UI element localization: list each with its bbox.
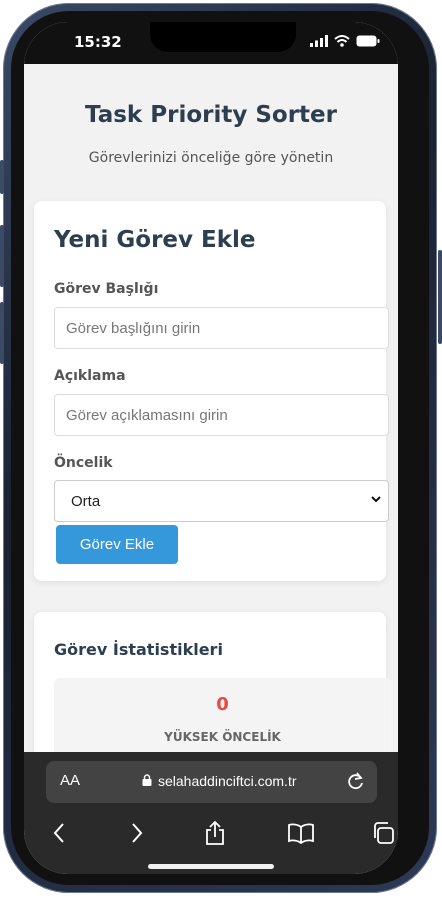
- tabs-button[interactable]: [368, 818, 398, 848]
- task-title-input[interactable]: [54, 307, 389, 349]
- phone-screen: 15:32 Task Priority Sorter Görevlerinizi…: [24, 22, 398, 874]
- dynamic-island: [150, 22, 296, 52]
- forward-button[interactable]: [122, 818, 152, 848]
- task-stats-card: Görev İstatistikleri 0 YÜKSEK ÖNCELİK: [34, 612, 391, 772]
- chevron-down-icon: [369, 492, 383, 510]
- high-priority-stat: 0 YÜKSEK ÖNCELİK: [54, 678, 391, 758]
- chevron-left-icon: [53, 823, 64, 843]
- reload-icon[interactable]: [346, 770, 366, 796]
- task-stats-heading: Görev İstatistikleri: [54, 640, 223, 659]
- battery-icon: [356, 32, 380, 51]
- high-priority-count: 0: [216, 694, 229, 715]
- power-button: [438, 250, 442, 344]
- share-icon: [206, 820, 224, 845]
- bookmarks-button[interactable]: [286, 818, 316, 848]
- priority-select[interactable]: Orta: [54, 480, 389, 522]
- silent-switch: [0, 160, 4, 194]
- lock-icon: [142, 773, 152, 789]
- browser-chrome: AA selahaddinciftci.com.tr: [24, 752, 398, 874]
- status-bar: 15:32: [24, 22, 398, 64]
- volume-up-button: [0, 225, 4, 287]
- book-icon: [288, 823, 314, 844]
- status-time: 15:32: [74, 33, 122, 51]
- priority-select-value: Orta: [71, 493, 101, 510]
- tabs-icon: [374, 822, 394, 844]
- wifi-icon: [334, 32, 350, 51]
- add-task-button[interactable]: Görev Ekle: [56, 525, 178, 564]
- address-bar[interactable]: AA selahaddinciftci.com.tr: [46, 761, 377, 803]
- volume-down-button: [0, 302, 4, 364]
- reader-settings-button[interactable]: AA: [60, 772, 80, 789]
- back-button[interactable]: [44, 818, 74, 848]
- page-title: Task Priority Sorter: [85, 102, 337, 128]
- url-text: selahaddinciftci.com.tr: [158, 773, 297, 789]
- task-title-label: Görev Başlığı: [54, 281, 159, 297]
- url-display[interactable]: selahaddinciftci.com.tr: [142, 773, 297, 789]
- task-description-label: Açıklama: [54, 368, 126, 384]
- add-task-card: Yeni Görev Ekle Görev Başlığı Açıklama Ö…: [34, 201, 389, 581]
- high-priority-label: YÜKSEK ÖNCELİK: [164, 730, 281, 744]
- web-content: Task Priority Sorter Görevlerinizi öncel…: [24, 64, 398, 772]
- priority-label: Öncelik: [54, 455, 113, 471]
- add-task-heading: Yeni Görev Ekle: [54, 227, 256, 253]
- home-indicator: [148, 864, 274, 869]
- signal-icon: [310, 32, 328, 51]
- chevron-right-icon: [132, 823, 143, 843]
- page-subtitle: Görevlerinizi önceliğe göre yönetin: [88, 150, 334, 166]
- status-icons: [310, 32, 380, 51]
- task-description-input[interactable]: [54, 394, 389, 436]
- share-button[interactable]: [200, 818, 230, 848]
